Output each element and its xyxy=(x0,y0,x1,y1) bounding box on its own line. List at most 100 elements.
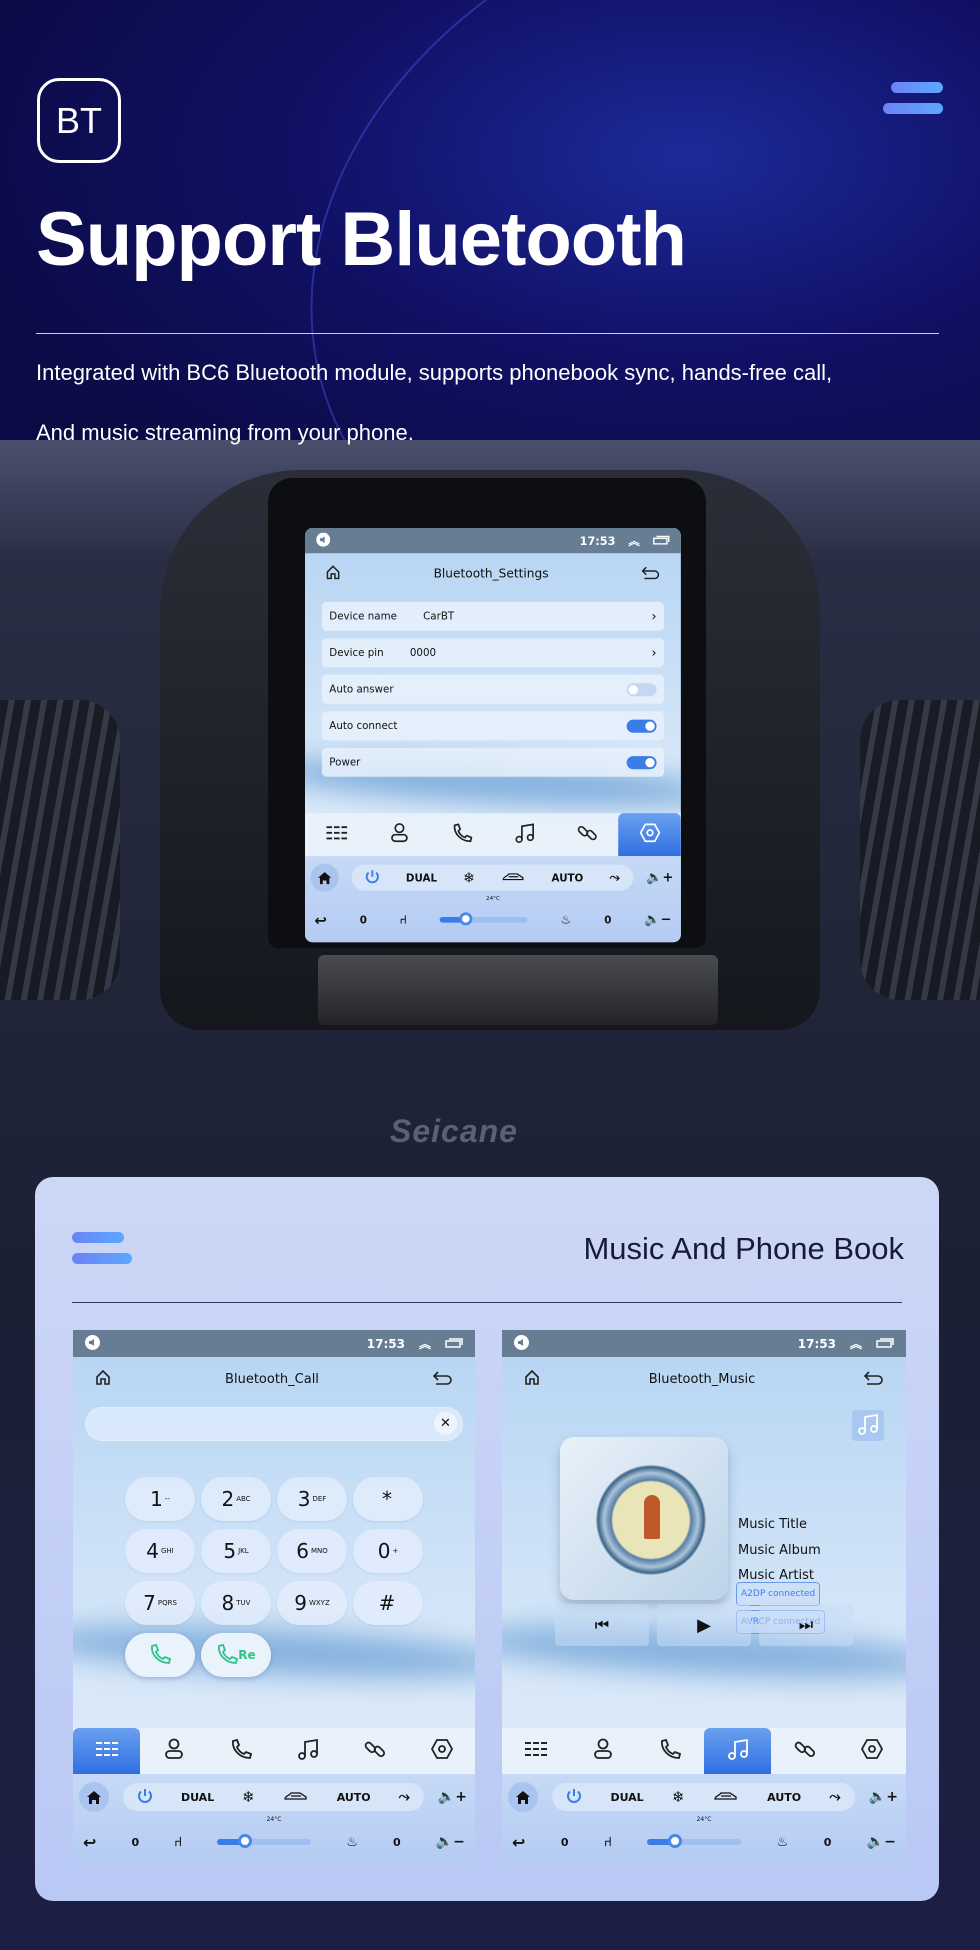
expand-up-icon[interactable]: ︽ xyxy=(850,1335,862,1352)
defrost-icon[interactable]: ❄ xyxy=(463,869,475,886)
number-input[interactable] xyxy=(85,1407,463,1441)
defrost-icon[interactable]: ❄ xyxy=(242,1788,255,1806)
dial-key[interactable]: 1 -- xyxy=(125,1477,195,1521)
dial-key[interactable]: 3 DEF xyxy=(277,1477,347,1521)
volume-up-icon[interactable]: 🔈+ xyxy=(438,1789,467,1805)
nav-tab-contacts[interactable] xyxy=(569,1728,636,1774)
volume-icon[interactable] xyxy=(514,1334,529,1353)
music-source-button[interactable] xyxy=(852,1410,884,1441)
dial-key[interactable]: 5 JKL xyxy=(201,1529,271,1573)
nav-tab-menu[interactable] xyxy=(305,813,368,856)
nav-tab-menu[interactable] xyxy=(502,1728,569,1774)
nav-tab-menu[interactable] xyxy=(73,1728,140,1774)
toggle-switch[interactable] xyxy=(626,755,657,769)
seat-heat-icon[interactable]: ♨ xyxy=(777,1835,789,1850)
dial-key[interactable]: 0 + xyxy=(353,1529,423,1573)
setting-row-auto-connect[interactable]: Auto connect xyxy=(321,711,665,741)
toggle-switch[interactable] xyxy=(626,682,657,696)
dial-key[interactable]: 2 ABC xyxy=(201,1477,271,1521)
back-icon[interactable] xyxy=(863,1370,884,1389)
back-icon[interactable] xyxy=(641,565,661,583)
home-icon[interactable] xyxy=(524,1369,540,1389)
expand-up-icon[interactable]: ︽ xyxy=(419,1335,431,1352)
nav-tab-phone[interactable] xyxy=(637,1728,704,1774)
home-button[interactable] xyxy=(508,1782,538,1812)
chevron-right-icon[interactable]: › xyxy=(651,645,656,660)
dial-key[interactable]: 8 TUV xyxy=(201,1581,271,1625)
setting-row-device-name[interactable]: Device name CarBT › xyxy=(321,601,665,631)
auto-button[interactable]: AUTO xyxy=(767,1791,801,1804)
dual-button[interactable]: DUAL xyxy=(406,872,437,884)
next-track-button[interactable]: ⏭ xyxy=(759,1604,853,1646)
power-icon[interactable] xyxy=(566,1788,582,1807)
recirculation-icon[interactable] xyxy=(283,1790,309,1805)
volume-up-icon[interactable]: 🔈+ xyxy=(646,870,673,885)
dual-button[interactable]: DUAL xyxy=(610,1791,643,1804)
power-icon[interactable] xyxy=(137,1788,153,1807)
nav-tab-settings[interactable] xyxy=(618,813,681,857)
dial-key[interactable]: 4 GHI xyxy=(125,1529,195,1573)
back-icon[interactable] xyxy=(432,1370,453,1389)
nav-tab-link[interactable] xyxy=(771,1728,838,1774)
seat-icon[interactable]: ⑁ xyxy=(400,913,407,927)
seat-icon[interactable]: ⑁ xyxy=(604,1835,612,1850)
setting-row-power[interactable]: Power xyxy=(321,747,665,777)
nav-tab-link[interactable] xyxy=(341,1728,408,1774)
nav-tab-music[interactable] xyxy=(703,1728,772,1774)
fan-speed-slider[interactable] xyxy=(439,912,528,926)
auto-button[interactable]: AUTO xyxy=(552,872,584,884)
nav-tab-link[interactable] xyxy=(556,813,619,856)
home-icon[interactable] xyxy=(326,564,341,583)
dial-key[interactable]: * xyxy=(353,1477,423,1521)
nav-tab-music[interactable] xyxy=(493,813,556,856)
setting-row-device-pin[interactable]: Device pin 0000 › xyxy=(321,638,665,668)
recent-apps-icon[interactable] xyxy=(445,1337,463,1351)
redial-button[interactable]: Re xyxy=(201,1633,271,1677)
toggle-switch[interactable] xyxy=(626,719,657,733)
home-button[interactable] xyxy=(310,863,339,892)
previous-track-button[interactable]: ⏮ xyxy=(555,1604,649,1646)
dual-button[interactable]: DUAL xyxy=(181,1791,214,1804)
fan-speed-slider[interactable] xyxy=(217,1834,312,1848)
airflow-icon[interactable]: ⤳ xyxy=(829,1789,840,1805)
nav-tab-music[interactable] xyxy=(274,1728,341,1774)
dial-key[interactable]: 9 WXYZ xyxy=(277,1581,347,1625)
volume-down-icon[interactable]: 🔈− xyxy=(867,1834,896,1850)
nav-tab-phone[interactable] xyxy=(207,1728,274,1774)
airflow-icon[interactable]: ⤳ xyxy=(609,870,619,885)
home-button[interactable] xyxy=(79,1782,109,1812)
call-button[interactable] xyxy=(125,1633,195,1677)
nav-tab-contacts[interactable] xyxy=(140,1728,207,1774)
seat-icon[interactable]: ⑁ xyxy=(174,1835,182,1850)
return-icon[interactable]: ↩ xyxy=(512,1833,525,1852)
nav-tab-phone[interactable] xyxy=(430,813,493,856)
recirculation-icon[interactable] xyxy=(501,871,525,885)
volume-up-icon[interactable]: 🔈+ xyxy=(869,1789,898,1805)
power-icon[interactable] xyxy=(365,869,380,887)
defrost-icon[interactable]: ❄ xyxy=(672,1788,685,1806)
play-button[interactable]: ▶ xyxy=(657,1604,751,1646)
nav-tab-settings[interactable] xyxy=(408,1728,475,1774)
auto-button[interactable]: AUTO xyxy=(337,1791,371,1804)
setting-row-auto-answer[interactable]: Auto answer xyxy=(321,674,665,704)
recirculation-icon[interactable] xyxy=(713,1790,739,1805)
chevron-right-icon[interactable]: › xyxy=(651,609,656,624)
volume-icon[interactable] xyxy=(316,532,331,549)
fan-speed-slider[interactable] xyxy=(647,1834,742,1848)
expand-up-icon[interactable]: ︽ xyxy=(628,533,639,549)
clear-icon[interactable]: ✕ xyxy=(434,1412,457,1435)
return-icon[interactable]: ↩ xyxy=(83,1833,96,1852)
return-icon[interactable]: ↩ xyxy=(314,911,327,929)
dial-key[interactable]: 6 MNO xyxy=(277,1529,347,1573)
seat-heat-icon[interactable]: ♨ xyxy=(346,1835,358,1850)
nav-tab-contacts[interactable] xyxy=(368,813,431,856)
volume-icon[interactable] xyxy=(85,1334,100,1353)
seat-heat-icon[interactable]: ♨ xyxy=(560,913,571,927)
airflow-icon[interactable]: ⤳ xyxy=(399,1789,410,1805)
dial-key[interactable]: # xyxy=(353,1581,423,1625)
nav-tab-settings[interactable] xyxy=(839,1728,906,1774)
recent-apps-icon[interactable] xyxy=(653,534,670,547)
recent-apps-icon[interactable] xyxy=(876,1337,894,1351)
home-icon[interactable] xyxy=(95,1369,111,1389)
volume-down-icon[interactable]: 🔈− xyxy=(644,912,671,927)
